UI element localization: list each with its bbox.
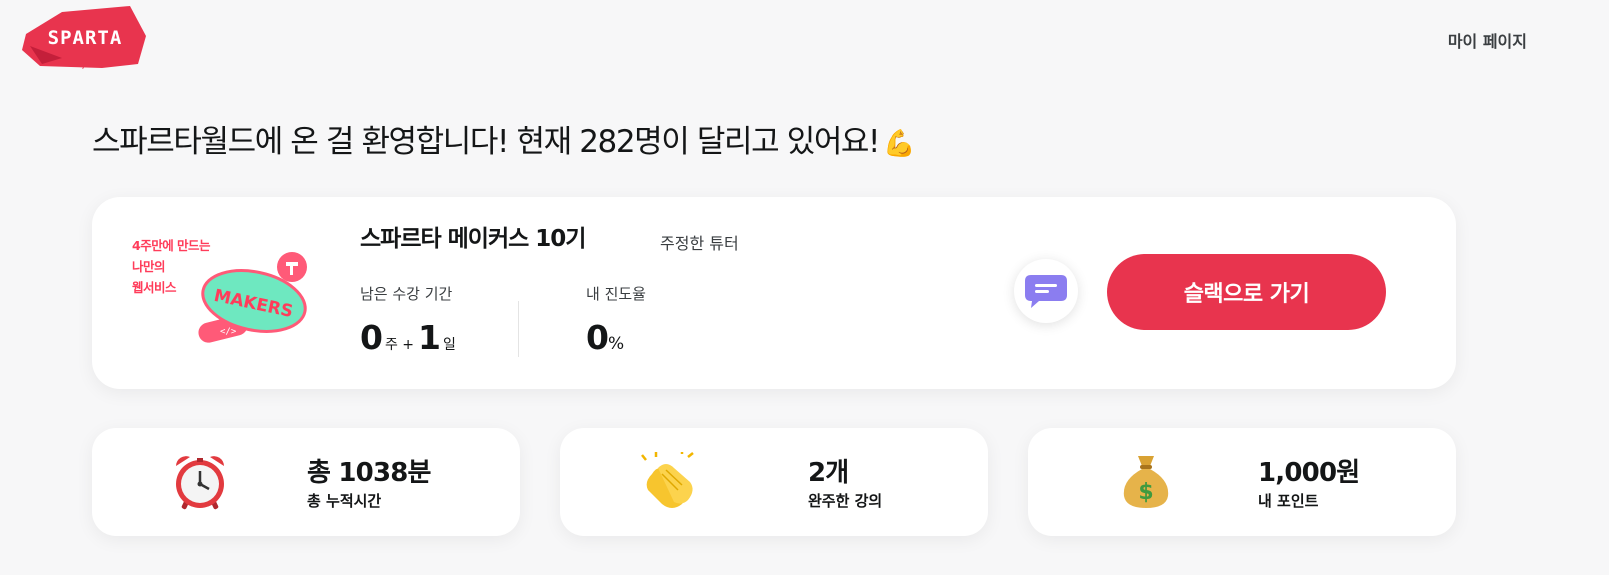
alarm-clock-icon xyxy=(170,452,230,512)
svg-text:</>: </> xyxy=(220,327,237,337)
svg-text:$: $ xyxy=(1138,480,1153,505)
course-title: 스파르타 메이커스 10기 xyxy=(360,226,586,252)
sparta-logo[interactable]: SPARTA </> xyxy=(22,6,148,74)
my-page-link[interactable]: 마이 페이지 xyxy=(1448,28,1527,52)
completed-courses-card: 2개 완주한 강의 xyxy=(560,428,988,536)
remaining-period-label: 남은 수강 기간 xyxy=(360,285,453,303)
completed-courses-value: 2개 xyxy=(808,458,849,488)
go-to-slack-button[interactable]: 슬랙으로 가기 xyxy=(1107,254,1386,330)
logo-code-mark: </> xyxy=(75,58,95,71)
thumbnail-caption: 4주만에 만드는 나만의 웹서비스 xyxy=(132,235,211,298)
progress-label: 내 진도율 xyxy=(586,285,646,303)
progress-number: 0 xyxy=(586,318,609,357)
total-time-card: 총 1038분 총 누적시간 xyxy=(92,428,520,536)
my-points-value: 1,000원 xyxy=(1258,458,1360,488)
progress-unit: % xyxy=(607,334,625,354)
course-card[interactable]: </> MAKERS 4주만에 만드는 나만의 웹서비스 스파르타 메이커스 1… xyxy=(92,197,1456,389)
welcome-text: 스파르타월드에 온 걸 환영합니다! 현재 282명이 달리고 있어요! xyxy=(92,124,880,160)
completed-courses-label: 완주한 강의 xyxy=(808,492,883,510)
weeks-unit: 주 + xyxy=(384,337,415,353)
my-points-card: $ 1,000원 내 포인트 xyxy=(1028,428,1456,536)
thumbnail-line: 4주만에 만드는 xyxy=(132,238,211,253)
remaining-period-value: 0주 +1 일 xyxy=(360,318,460,357)
chat-button[interactable] xyxy=(1014,259,1078,323)
days-unit: 일 xyxy=(443,337,456,353)
chat-bubble-icon xyxy=(1025,275,1067,308)
clapping-hands-icon xyxy=(638,450,698,512)
tutor-name: 주정한 튜터 xyxy=(660,234,739,253)
money-bag-icon: $ xyxy=(1116,452,1176,512)
flexed-biceps-icon: 💪 xyxy=(883,129,915,159)
welcome-heading: 스파르타월드에 온 걸 환영합니다! 현재 282명이 달리고 있어요! 💪 xyxy=(92,116,915,161)
dashboard-page: SPARTA </> 마이 페이지 스파르타월드에 온 걸 환영합니다! 현재 … xyxy=(0,0,1609,575)
total-time-value: 총 1038분 xyxy=(307,458,431,488)
remaining-weeks: 0 xyxy=(360,318,383,357)
total-time-label: 총 누적시간 xyxy=(307,492,382,510)
thumbnail-line: 나만의 xyxy=(132,259,166,274)
remaining-days: 1 xyxy=(418,318,441,357)
stat-divider xyxy=(518,301,519,357)
course-thumbnail: </> MAKERS 4주만에 만드는 나만의 웹서비스 xyxy=(130,231,320,357)
progress-value: 0% xyxy=(586,318,624,357)
logo-text: SPARTA xyxy=(47,27,123,49)
thumbnail-line: 웹서비스 xyxy=(132,280,177,295)
my-points-label: 내 포인트 xyxy=(1258,492,1319,510)
